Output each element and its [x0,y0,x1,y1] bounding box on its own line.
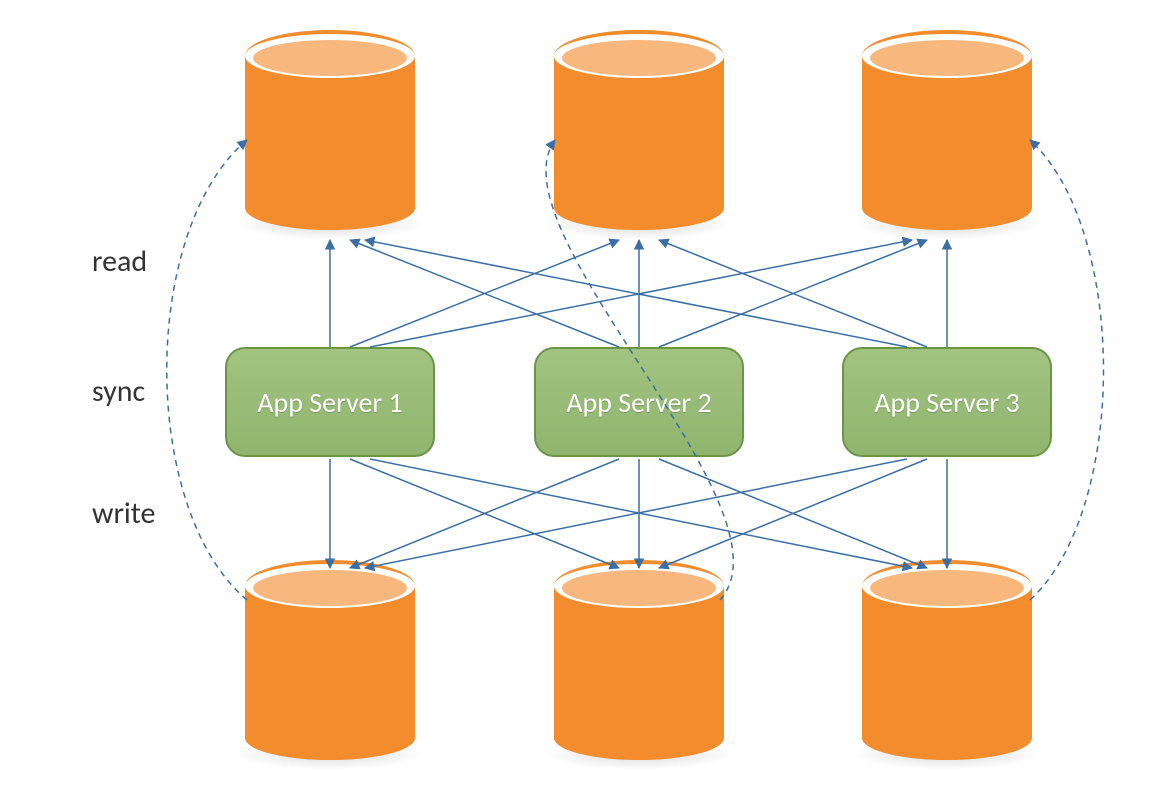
sync-label: sync [92,373,145,410]
write-database-1 [245,560,415,760]
architecture-diagram: read sync write App Server 1 App Server … [0,0,1156,792]
write-database-2 [554,560,724,760]
write-label: write [92,495,155,532]
read-database-2 [554,30,724,230]
read-label: read [92,243,147,280]
app-server-3-label: App Server 3 [874,385,1019,420]
app-server-2-label: App Server 2 [566,385,711,420]
read-database-3 [862,30,1032,230]
app-server-1: App Server 1 [225,347,435,457]
app-server-3: App Server 3 [842,347,1052,457]
read-database-1 [245,30,415,230]
write-database-3 [862,560,1032,760]
app-server-2: App Server 2 [534,347,744,457]
app-server-1-label: App Server 1 [257,385,402,420]
